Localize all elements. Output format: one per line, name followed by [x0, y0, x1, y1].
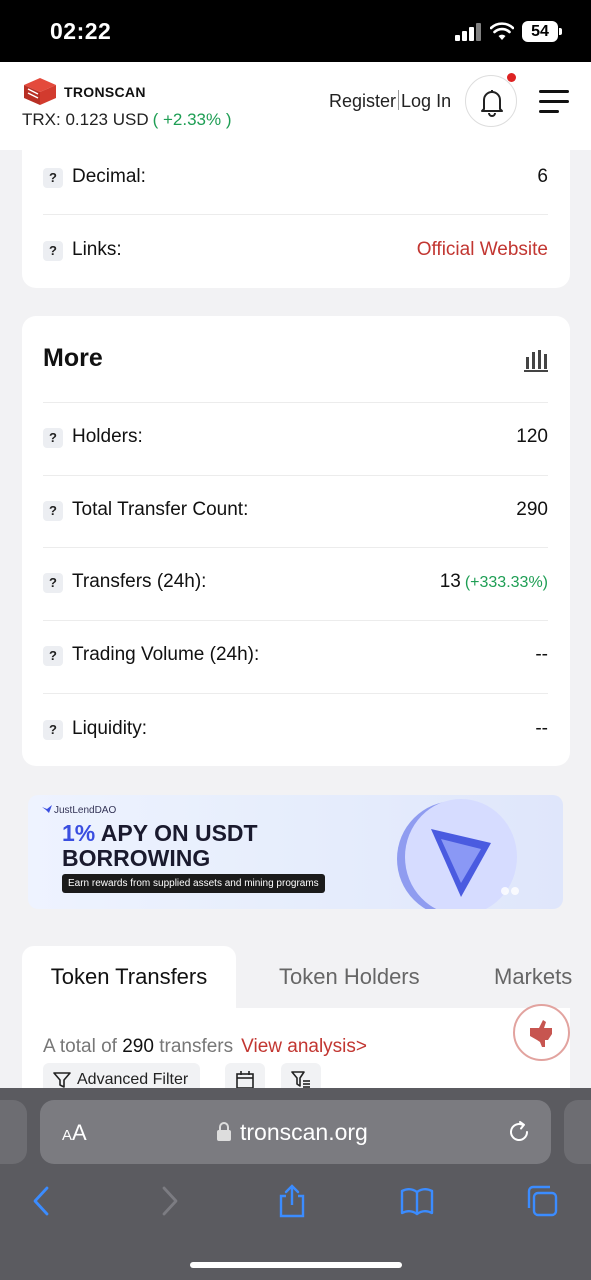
- total-transfer-count-label: Total Transfer Count:: [72, 499, 249, 520]
- help-icon[interactable]: ?: [43, 646, 63, 666]
- transfers-total-count: 290: [122, 1036, 154, 1057]
- trx-price: TRX: 0.123 USD( +2.33% ): [22, 110, 232, 130]
- official-website-link[interactable]: Official Website: [417, 239, 548, 261]
- info-row-links: ? Links: Official Website: [43, 215, 548, 288]
- home-indicator: [190, 1262, 402, 1268]
- safari-bottom-bar: AA tronscan.org: [0, 1088, 591, 1280]
- banner-headline: 1% APY ON USDT BORROWING: [62, 821, 258, 871]
- view-analysis-link[interactable]: View analysis>: [241, 1036, 367, 1057]
- more-title: More: [43, 344, 103, 372]
- thumbs-icon: [530, 1020, 552, 1047]
- more-card: More ? Holders: 120 ? Total Transfer Cou…: [22, 316, 570, 766]
- wifi-icon: [490, 22, 514, 40]
- help-icon[interactable]: ?: [43, 168, 63, 188]
- tabs-icon[interactable]: [525, 1184, 559, 1218]
- transfers-24h-change: (+333.33%): [464, 574, 548, 591]
- register-link[interactable]: Register: [329, 91, 396, 111]
- next-tab-preview[interactable]: [564, 1100, 591, 1164]
- more-row-transfers-24h: ? Transfers (24h): 13 (+333.33%): [43, 547, 548, 620]
- filter-list-icon: [291, 1071, 310, 1088]
- banner-headline-pct: 1%: [62, 820, 96, 846]
- forward-icon[interactable]: [152, 1184, 186, 1218]
- bar-chart-icon[interactable]: [524, 348, 548, 372]
- tab-token-holders[interactable]: Token Holders: [279, 946, 420, 1008]
- reader-aa-button[interactable]: AA: [62, 1120, 87, 1146]
- share-icon[interactable]: [275, 1184, 309, 1218]
- auth-links: Register Log In: [329, 90, 451, 112]
- battery-icon: 54: [522, 21, 562, 42]
- justlend-promo-banner[interactable]: JustLendDAO 1% APY ON USDT BORROWING Ear…: [28, 795, 563, 909]
- transfers-24h-count: 13: [439, 571, 461, 592]
- tab-token-transfers[interactable]: Token Transfers: [22, 946, 236, 1008]
- decimal-label: Decimal:: [72, 166, 146, 187]
- help-icon[interactable]: ?: [43, 720, 63, 740]
- help-icon[interactable]: ?: [43, 428, 63, 448]
- notification-dot: [507, 73, 516, 82]
- bell-icon: [481, 90, 503, 117]
- help-icon[interactable]: ?: [43, 573, 63, 593]
- holders-value: 120: [516, 426, 548, 447]
- status-bar: 02:22 54: [0, 0, 591, 62]
- tab-markets[interactable]: Markets: [494, 946, 572, 1008]
- decimal-value: 6: [537, 166, 548, 187]
- transfers-total: A total of 290 transfers View analysis>: [43, 1036, 367, 1057]
- liquidity-value: --: [535, 718, 548, 739]
- feedback-float-button[interactable]: [513, 1004, 570, 1061]
- cellular-signal-icon: [455, 23, 483, 41]
- banner-headline-line1: APY ON USDT: [100, 820, 258, 846]
- total-transfer-count-value: 290: [516, 499, 548, 520]
- help-icon[interactable]: ?: [43, 501, 63, 521]
- info-row-decimal: ? Decimal: 6: [43, 142, 548, 215]
- auth-divider: [398, 90, 400, 110]
- cube-logo-icon: [24, 78, 56, 105]
- banner-headline-line2: BORROWING: [62, 845, 211, 871]
- trading-volume-label: Trading Volume (24h):: [72, 644, 260, 665]
- transfers-24h-value: 13 (+333.33%): [440, 571, 548, 593]
- status-time: 02:22: [50, 18, 112, 44]
- notifications-button[interactable]: [465, 73, 517, 127]
- banner-brand: JustLendDAO: [42, 805, 116, 816]
- more-row-holders: ? Holders: 120: [43, 402, 548, 475]
- trx-price-label: TRX: 0.123 USD: [22, 110, 149, 129]
- bookmarks-icon[interactable]: [400, 1184, 434, 1218]
- tron-coin-illustration: [397, 799, 519, 909]
- links-label: Links:: [72, 239, 122, 260]
- url-text: tronscan.org: [240, 1119, 368, 1145]
- transfers-24h-label: Transfers (24h):: [72, 571, 207, 592]
- liquidity-label: Liquidity:: [72, 718, 147, 739]
- more-row-total-transfers: ? Total Transfer Count: 290: [43, 475, 548, 548]
- token-tabs: Token Transfers Token Holders Markets: [22, 946, 591, 1008]
- filter-icon: [53, 1072, 71, 1088]
- login-link[interactable]: Log In: [401, 91, 451, 111]
- logo-text: TRONSCAN: [64, 84, 146, 100]
- trx-price-change: ( +2.33% ): [152, 110, 232, 129]
- more-row-trading-volume: ? Trading Volume (24h): --: [43, 620, 548, 693]
- calendar-icon: [236, 1071, 254, 1089]
- back-icon[interactable]: [25, 1184, 59, 1218]
- address-bar[interactable]: AA tronscan.org: [40, 1100, 551, 1164]
- hamburger-menu-icon[interactable]: [539, 90, 569, 114]
- previous-tab-preview[interactable]: [0, 1100, 27, 1164]
- site-header: TRONSCAN TRX: 0.123 USD( +2.33% ) Regist…: [0, 62, 591, 150]
- banner-subtext: Earn rewards from supplied assets and mi…: [62, 874, 325, 893]
- token-info-card: ? Decimal: 6 ? Links: Official Website: [22, 150, 570, 288]
- token-transfers-panel: A total of 290 transfers View analysis> A…: [22, 1008, 570, 1098]
- reload-icon[interactable]: [507, 1120, 531, 1144]
- holders-label: Holders:: [72, 426, 143, 447]
- bird-logo-icon: [42, 805, 52, 813]
- trading-volume-value: --: [535, 644, 548, 665]
- help-icon[interactable]: ?: [43, 241, 63, 261]
- lock-icon: [217, 1122, 231, 1141]
- more-row-liquidity: ? Liquidity: --: [43, 694, 548, 767]
